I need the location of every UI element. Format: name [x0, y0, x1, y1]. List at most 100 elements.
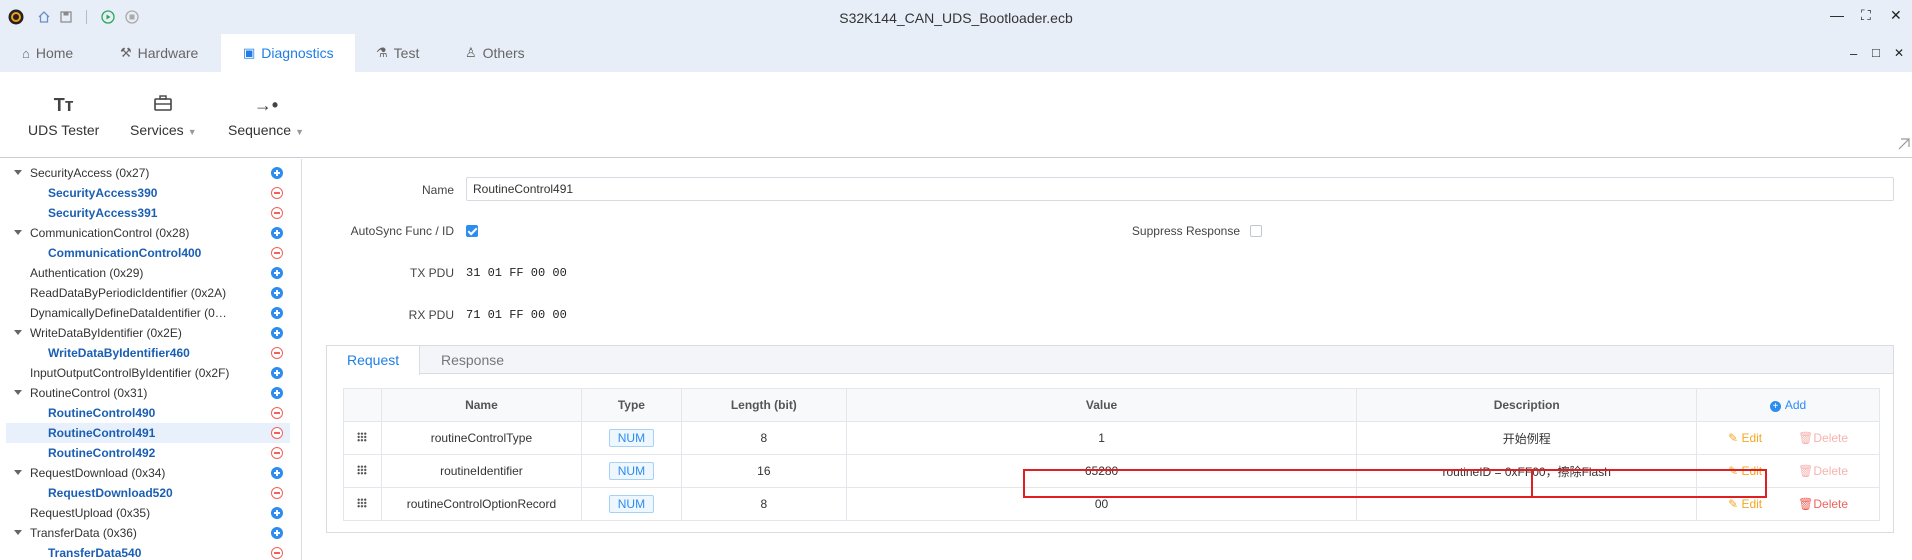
ribbon: Tт UDS Tester Services ▼ →• Sequence ▼ — [0, 72, 1912, 158]
tree-item-service[interactable]: RequestDownload (0x34) — [6, 463, 290, 483]
add-circle-icon[interactable] — [271, 167, 283, 179]
tree-item-service[interactable]: RoutineControl (0x31) — [6, 383, 290, 403]
edit-button[interactable]: ✎ Edit — [1728, 497, 1762, 511]
tab-response[interactable]: Response — [441, 346, 504, 374]
remove-circle-icon[interactable] — [271, 547, 283, 559]
expand-arrow-icon[interactable] — [14, 390, 22, 395]
tree-item-instance[interactable]: WriteDataByIdentifier460 — [6, 343, 290, 363]
services-label: Services — [130, 122, 184, 138]
expand-arrow-icon[interactable] — [14, 530, 22, 535]
autosync-checkbox[interactable] — [466, 225, 478, 237]
parameter-table: Name Type Length (bit) Value Description… — [343, 388, 1880, 521]
tree-item-service[interactable]: ReadDataByPeriodicIdentifier (0x2A) — [6, 283, 290, 303]
tree-item-instance[interactable]: RoutineControl492 — [6, 443, 290, 463]
drag-handle-icon[interactable] — [357, 498, 368, 508]
tab-others[interactable]: ♙ Others — [465, 34, 525, 72]
tx-pdu-label: TX PDU — [409, 266, 454, 280]
services-button[interactable]: Services ▼ — [130, 94, 197, 138]
tab-home[interactable]: ⌂ Home — [22, 34, 73, 72]
close-button[interactable]: ✕ — [1890, 7, 1902, 24]
tree-item-service[interactable]: Authentication (0x29) — [6, 263, 290, 283]
tree-item-label: InputOutputControlByIdentifier (0x2F) — [30, 366, 230, 380]
add-circle-icon[interactable] — [271, 367, 283, 379]
drag-handle-icon[interactable] — [357, 465, 368, 475]
add-circle-icon[interactable] — [271, 267, 283, 279]
remove-circle-icon[interactable] — [271, 247, 283, 259]
add-circle-icon[interactable] — [271, 307, 283, 319]
param-type-cell: NUM — [580, 421, 682, 455]
inner-minimize-button[interactable]: – — [1850, 46, 1857, 61]
add-circle-icon[interactable] — [271, 467, 283, 479]
add-circle-icon[interactable] — [271, 387, 283, 399]
remove-circle-icon[interactable] — [271, 427, 283, 439]
rx-pdu-value: 71 01 FF 00 00 — [466, 308, 567, 322]
type-tag: NUM — [608, 429, 655, 447]
remove-circle-icon[interactable] — [271, 207, 283, 219]
add-circle-icon[interactable] — [271, 227, 283, 239]
uds-tester-label: UDS Tester — [28, 122, 100, 138]
remove-circle-icon[interactable] — [271, 347, 283, 359]
tab-request[interactable]: Request — [327, 346, 420, 375]
add-circle-icon[interactable] — [271, 527, 283, 539]
delete-button[interactable]: 🗑Delete — [1798, 497, 1848, 511]
delete-button[interactable]: 🗑Delete — [1798, 464, 1848, 478]
sequence-button[interactable]: →• Sequence ▼ — [228, 94, 304, 138]
collapse-ribbon-icon[interactable] — [1898, 138, 1910, 153]
tree-item-label: RoutineControl491 — [48, 426, 156, 440]
tree-item-instance[interactable]: RoutineControl491 — [6, 423, 290, 443]
tab-diagnostics[interactable]: ▣ Diagnostics — [221, 34, 355, 72]
autosync-label: AutoSync Func / ID — [350, 224, 454, 238]
remove-circle-icon[interactable] — [271, 187, 283, 199]
add-circle-icon[interactable] — [271, 287, 283, 299]
table-header-row: Name Type Length (bit) Value Description… — [343, 388, 1880, 422]
tree-item-service[interactable]: TransferData (0x36) — [6, 523, 290, 543]
remove-circle-icon[interactable] — [271, 487, 283, 499]
edit-button[interactable]: ✎ Edit — [1728, 431, 1762, 445]
expand-arrow-icon[interactable] — [14, 470, 22, 475]
service-tree: SecurityAccess (0x27) SecurityAccess390 Se… — [0, 159, 302, 560]
column-header-description: Description — [1356, 388, 1698, 422]
expand-arrow-icon[interactable] — [14, 170, 22, 175]
tree-item-service[interactable]: InputOutputControlByIdentifier (0x2F) — [6, 363, 290, 383]
home-outline-icon: ⌂ — [22, 45, 30, 61]
tree-item-service[interactable]: SecurityAccess (0x27) — [6, 163, 290, 183]
tree-item-service[interactable]: CommunicationControl (0x28) — [6, 223, 290, 243]
maximize-button[interactable]: ⛶ — [1861, 7, 1871, 24]
chevron-down-icon: ▼ — [187, 127, 197, 137]
tree-item-instance[interactable]: TransferData540 — [6, 543, 290, 560]
tab-label: Others — [482, 45, 525, 61]
drag-handle-icon[interactable] — [357, 432, 368, 442]
add-parameter-button[interactable]: + Add — [1696, 388, 1880, 422]
tree-item-label: CommunicationControl400 — [48, 246, 202, 260]
tree-item-label: RoutineControl492 — [48, 446, 156, 460]
inner-maximize-button[interactable]: □ — [1872, 45, 1880, 60]
minimize-button[interactable]: — — [1830, 7, 1844, 23]
name-input[interactable] — [466, 177, 1894, 201]
add-circle-icon[interactable] — [271, 327, 283, 339]
type-tag: NUM — [608, 495, 655, 513]
tree-item-service[interactable]: DynamicallyDefineDataIdentifier (0… — [6, 303, 290, 323]
tree-item-instance[interactable]: RoutineControl490 — [6, 403, 290, 423]
tree-item-service[interactable]: RequestUpload (0x35) — [6, 503, 290, 523]
remove-circle-icon[interactable] — [271, 447, 283, 459]
tab-test[interactable]: ⚗ Test — [376, 34, 419, 72]
tree-item-instance[interactable]: SecurityAccess391 — [6, 203, 290, 223]
tree-item-label: DynamicallyDefineDataIdentifier (0… — [30, 306, 227, 320]
tree-item-instance[interactable]: SecurityAccess390 — [6, 183, 290, 203]
param-value-cell: 1 — [845, 421, 1358, 455]
expand-arrow-icon[interactable] — [14, 330, 22, 335]
tab-hardware[interactable]: ⚒ Hardware — [120, 34, 198, 72]
add-circle-icon[interactable] — [271, 507, 283, 519]
tree-item-instance[interactable]: CommunicationControl400 — [6, 243, 290, 263]
suppress-response-checkbox[interactable] — [1250, 225, 1262, 237]
tree-item-service[interactable]: WriteDataByIdentifier (0x2E) — [6, 323, 290, 343]
tree-item-instance[interactable]: RequestDownload520 — [6, 483, 290, 503]
tree-item-label: RequestDownload520 — [48, 486, 173, 500]
tree-item-label: ReadDataByPeriodicIdentifier (0x2A) — [30, 286, 227, 300]
delete-button[interactable]: 🗑Delete — [1798, 431, 1848, 445]
inner-close-button[interactable]: ✕ — [1894, 46, 1904, 60]
expand-arrow-icon[interactable] — [14, 230, 22, 235]
remove-circle-icon[interactable] — [271, 407, 283, 419]
uds-tester-button[interactable]: Tт UDS Tester — [28, 94, 99, 138]
edit-icon: ✎ — [1728, 431, 1742, 445]
